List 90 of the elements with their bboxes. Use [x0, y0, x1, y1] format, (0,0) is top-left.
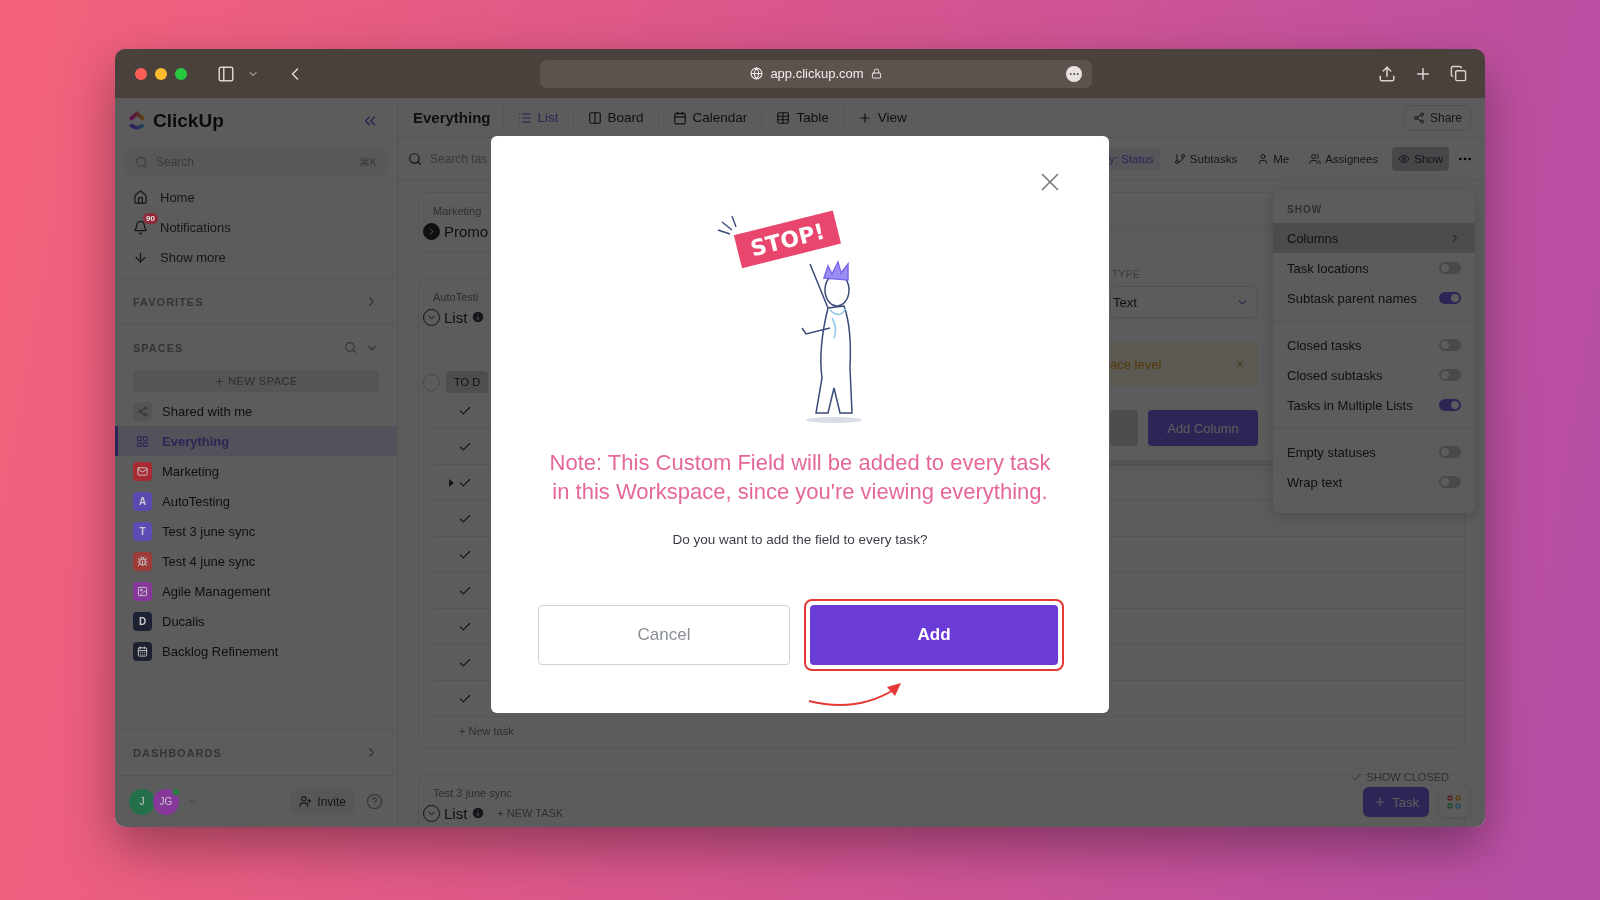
globe-icon — [750, 67, 764, 80]
warning-text: ace level — [1110, 356, 1162, 372]
tabs-icon[interactable] — [1450, 65, 1467, 82]
person-icon — [1257, 152, 1270, 165]
space-avatar: D — [133, 611, 152, 631]
space-item[interactable]: T Test 3 june sync — [115, 516, 397, 546]
menu-item[interactable]: Columns — [1273, 223, 1475, 253]
nav-item[interactable]: Home — [160, 189, 195, 205]
share-button[interactable]: Share — [1403, 104, 1471, 131]
url-text: app.clickup.com — [770, 66, 864, 81]
check-icon — [1351, 771, 1363, 783]
space-item[interactable]: Backlog Refinement — [115, 636, 397, 666]
branch-icon — [1173, 152, 1186, 165]
notification-badge: 90 — [143, 213, 158, 224]
menu-item[interactable]: Wrap text — [1273, 467, 1475, 497]
share-icon — [1412, 111, 1425, 124]
menu-item[interactable]: Closed subtasks — [1273, 360, 1475, 390]
filter-button[interactable]: Subtasks — [1167, 146, 1244, 171]
apps-grid-icon — [1447, 795, 1461, 809]
logo-icon — [127, 110, 147, 132]
add-button[interactable]: Add — [810, 605, 1058, 665]
expand-icon[interactable] — [423, 222, 440, 240]
bell-icon — [133, 219, 148, 235]
search-icon — [408, 151, 422, 166]
space-item[interactable]: A AutoTesting — [115, 486, 397, 516]
list-title: List — [444, 308, 468, 326]
warning-note: Note: This Custom Field will be added to every task in this Workspace, since you're viewing everything. — [549, 449, 1051, 506]
menu-item[interactable]: Subtask parent names — [1273, 283, 1475, 313]
more-icon[interactable] — [1066, 65, 1082, 82]
nav-item[interactable]: Notifications — [160, 219, 231, 235]
page-title: Everything — [413, 109, 491, 126]
share-icon — [133, 401, 152, 421]
space-avatar: T — [133, 521, 152, 541]
people-icon — [1309, 152, 1322, 165]
toggle-switch[interactable] — [1439, 292, 1461, 304]
sidebar-toggle-icon[interactable] — [217, 64, 235, 83]
view-tab[interactable]: Calendar — [657, 106, 762, 129]
list-title: List — [444, 804, 468, 822]
calendar-icon — [672, 110, 687, 125]
menu-item[interactable]: Task locations — [1273, 253, 1475, 283]
arrow-down-icon — [133, 249, 148, 265]
brand-name: ClickUp — [153, 110, 224, 132]
cancel-button[interactable]: Cancel — [538, 605, 790, 665]
toggle-switch[interactable] — [1439, 399, 1461, 411]
help-icon[interactable] — [366, 793, 383, 810]
board-icon — [587, 110, 602, 125]
user-avatar[interactable]: J — [129, 788, 155, 815]
space-item[interactable]: Agile Management — [115, 576, 397, 606]
plus-icon — [857, 110, 872, 125]
filter-button[interactable]: Me — [1251, 146, 1296, 171]
type-select[interactable]: Text — [1110, 286, 1258, 318]
add-view-button[interactable]: View — [842, 106, 921, 129]
window-minimize-button[interactable] — [155, 67, 167, 80]
window-zoom-button[interactable] — [175, 67, 187, 80]
space-item[interactable]: Test 4 june sync — [115, 546, 397, 576]
list-title: Promo — [444, 222, 489, 240]
caret-icon[interactable] — [449, 478, 454, 487]
nav-item[interactable]: Show more — [160, 249, 226, 265]
window-close-button[interactable] — [135, 67, 147, 80]
filter-button[interactable]: Assignees — [1303, 146, 1385, 171]
share-icon[interactable] — [1378, 64, 1396, 83]
dialog-question: Do you want to add the field to every task? — [672, 532, 928, 547]
search-icon[interactable] — [344, 340, 357, 354]
apps-button[interactable] — [1439, 787, 1469, 817]
space-item[interactable]: Shared with me — [115, 396, 397, 426]
space-avatar: A — [133, 491, 152, 511]
close-icon[interactable] — [1234, 358, 1246, 370]
view-tab[interactable]: Board — [572, 106, 658, 129]
search-icon — [135, 155, 148, 169]
menu-item[interactable]: Tasks in Multiple Lists — [1273, 390, 1475, 420]
plus-icon — [214, 375, 226, 387]
user-avatar[interactable]: JG — [153, 788, 179, 815]
view-tab[interactable]: Table — [761, 106, 843, 129]
address-bar[interactable]: app.clickup.com — [540, 59, 1092, 88]
plus-icon — [1373, 795, 1388, 809]
space-item[interactable]: Marketing — [115, 456, 397, 486]
info-icon[interactable] — [471, 806, 486, 820]
info-icon[interactable] — [471, 310, 486, 324]
eye-icon — [1398, 152, 1411, 165]
lock-icon — [870, 68, 882, 79]
menu-item[interactable]: Closed tasks — [1273, 330, 1475, 360]
table-icon — [776, 110, 791, 125]
space-item[interactable]: D Ducalis — [115, 606, 397, 636]
status-label: TO D — [446, 371, 489, 393]
invite-button[interactable]: Invite — [291, 788, 354, 815]
home-icon — [133, 189, 148, 205]
sign-text: STOP! — [747, 218, 828, 262]
add-person-icon — [299, 795, 313, 808]
list-icon — [517, 110, 532, 125]
menu-item[interactable]: Empty statuses — [1273, 437, 1475, 467]
